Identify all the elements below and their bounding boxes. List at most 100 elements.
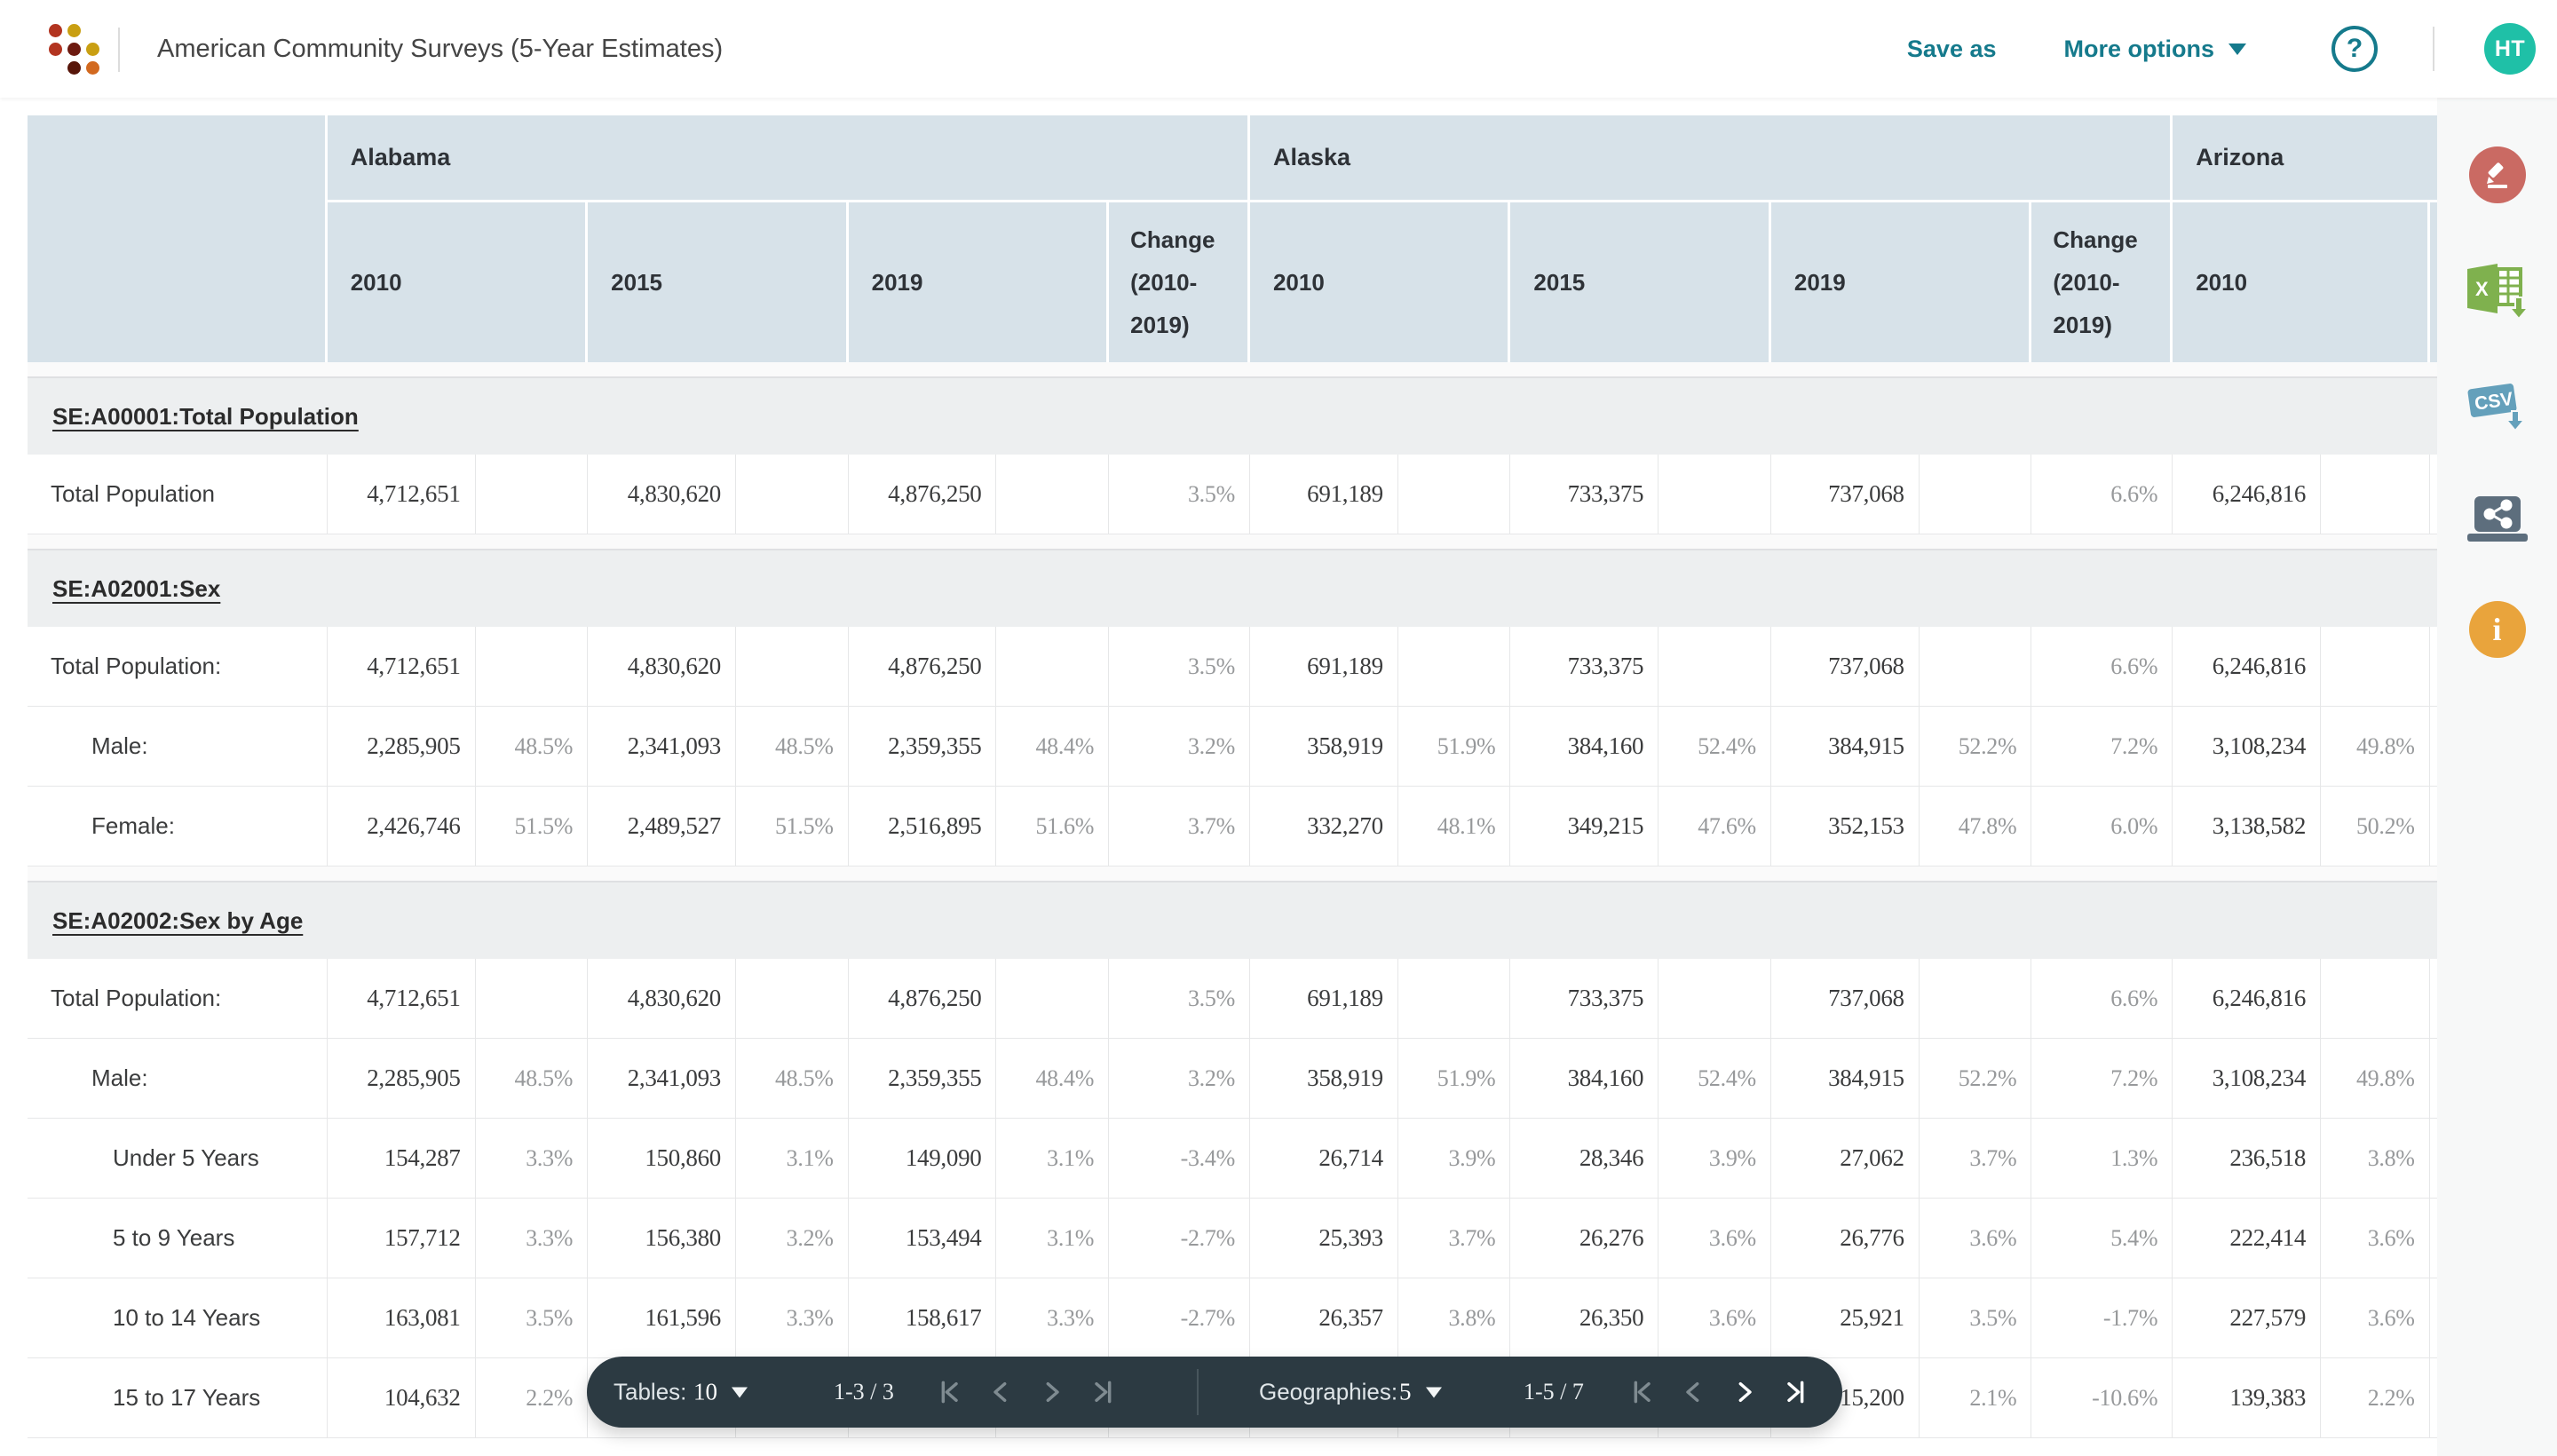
avatar[interactable]: HT — [2484, 23, 2536, 75]
pct-cell: 48.5% — [475, 707, 589, 787]
pct-cell — [1397, 455, 1511, 534]
tables-last-page-button[interactable] — [1089, 1378, 1118, 1406]
row-label: Male: — [28, 707, 328, 787]
change-header: Change (2010- 2019) — [2031, 202, 2173, 362]
tables-label: Tables: — [614, 1378, 687, 1405]
pct-cell: 3.3% — [475, 1119, 589, 1199]
value-cell: 4,712,651 — [327, 627, 476, 707]
value-cell: 6,246,816 — [2173, 455, 2322, 534]
row-label-column-header — [28, 115, 328, 362]
section-title-link[interactable]: SE:A00001:Total Population — [52, 403, 359, 430]
geographies-label: Geographies: — [1259, 1378, 1398, 1405]
pct-cell: 52.2% — [1919, 707, 2032, 787]
help-icon[interactable]: ? — [2331, 26, 2378, 72]
value-cell: 6,246,816 — [2173, 959, 2322, 1039]
row-label: 15 to 17 Years — [28, 1358, 328, 1438]
logo-dot — [67, 61, 81, 75]
pct-cell — [736, 455, 849, 534]
section-title-link[interactable]: SE:A02001:Sex — [52, 575, 220, 602]
row-label: Total Population — [28, 455, 328, 534]
clipped-column-header — [2429, 202, 2437, 362]
more-options-button[interactable]: More options — [2064, 36, 2246, 63]
chg-cell: 7.2% — [2031, 1039, 2173, 1119]
save-as-button[interactable]: Save as — [1907, 36, 1997, 63]
geographies-next-page-button[interactable] — [1730, 1378, 1759, 1406]
value-cell: 737,068 — [1770, 959, 1920, 1039]
pct-cell — [996, 959, 1110, 1039]
app-logo[interactable] — [49, 24, 104, 77]
value-cell: 26,714 — [1249, 1119, 1398, 1199]
geographies-first-page-button[interactable] — [1627, 1378, 1656, 1406]
tables-range: 1-3 / 3 — [834, 1379, 894, 1405]
pct-cell: 3.2% — [736, 1199, 849, 1278]
clipped-cell — [2429, 1039, 2437, 1119]
pct-cell: 3.6% — [2321, 1278, 2430, 1358]
edit-icon[interactable] — [2468, 146, 2526, 203]
table-row: Under 5 Years 154,287 3.3% 150,860 3.1% 149,0… — [28, 1119, 2437, 1199]
geographies-page-size-dropdown[interactable]: 5 — [1399, 1379, 1442, 1406]
section-gap — [28, 534, 2437, 550]
geographies-prev-page-button[interactable] — [1679, 1378, 1707, 1406]
value-cell: 157,712 — [327, 1199, 476, 1278]
geographies-last-page-button[interactable] — [1782, 1378, 1810, 1406]
value-cell: 139,383 — [2173, 1358, 2322, 1438]
pct-cell — [1658, 627, 1771, 707]
pct-cell: 3.7% — [1919, 1119, 2032, 1199]
value-cell: 733,375 — [1510, 455, 1659, 534]
excel-export-icon[interactable]: X — [2466, 262, 2529, 325]
section-title-link[interactable]: SE:A02002:Sex by Age — [52, 907, 303, 934]
row-label: Total Population: — [28, 627, 328, 707]
clipped-cell — [2429, 1278, 2437, 1358]
pct-cell: 48.5% — [475, 1039, 589, 1119]
value-cell: 358,919 — [1249, 707, 1398, 787]
pct-cell: 2.2% — [2321, 1358, 2430, 1438]
value-cell: 27,062 — [1770, 1119, 1920, 1199]
table-row: Total Population: 4,712,651 4,830,620 4,876… — [28, 959, 2437, 1039]
value-cell: 691,189 — [1249, 455, 1398, 534]
pct-cell: 3.5% — [1919, 1278, 2032, 1358]
value-cell: 4,712,651 — [327, 455, 476, 534]
side-toolbar: X CSV i — [2437, 98, 2557, 1456]
pct-cell: 51.5% — [475, 787, 589, 866]
chg-cell: 6.6% — [2031, 959, 2173, 1039]
value-cell: 156,380 — [588, 1199, 737, 1278]
tables-prev-page-button[interactable] — [986, 1378, 1015, 1406]
pct-cell — [736, 627, 849, 707]
pct-cell: 48.1% — [1397, 787, 1511, 866]
tables-first-page-button[interactable] — [935, 1378, 963, 1406]
top-bar: American Community Surveys (5-Year Estim… — [0, 0, 2557, 98]
pct-cell — [1919, 959, 2032, 1039]
pct-cell: 51.6% — [996, 787, 1110, 866]
pct-cell: 48.4% — [996, 1039, 1110, 1119]
value-cell: 4,876,250 — [848, 627, 997, 707]
chg-cell: 3.7% — [1109, 787, 1250, 866]
chg-cell: 5.4% — [2031, 1199, 2173, 1278]
logo-dot — [86, 43, 99, 56]
pct-cell: 3.3% — [736, 1278, 849, 1358]
value-cell: 26,776 — [1770, 1199, 1920, 1278]
pct-cell — [2321, 959, 2430, 1039]
table-row: Male: 2,285,905 48.5% 2,341,093 48.5% 2,359,3… — [28, 1039, 2437, 1119]
clipped-cell — [2429, 1199, 2437, 1278]
pct-cell: 51.9% — [1397, 707, 1511, 787]
row-label: Total Population: — [28, 959, 328, 1039]
share-icon[interactable] — [2466, 495, 2529, 550]
pct-cell: 47.6% — [1658, 787, 1771, 866]
section-cell: SE:A00001:Total Population — [28, 378, 2437, 455]
svg-text:X: X — [2475, 278, 2489, 300]
chg-cell: 3.2% — [1109, 707, 1250, 787]
value-cell: 733,375 — [1510, 959, 1659, 1039]
pct-cell — [1397, 959, 1511, 1039]
csv-export-icon[interactable]: CSV — [2466, 377, 2529, 440]
chg-cell: -2.7% — [1109, 1278, 1250, 1358]
pct-cell: 49.8% — [2321, 1039, 2430, 1119]
chg-cell: -2.7% — [1109, 1199, 1250, 1278]
clipped-cell — [2429, 787, 2437, 866]
tables-page-size-dropdown[interactable]: 10 — [693, 1379, 748, 1406]
info-icon[interactable]: i — [2468, 601, 2526, 658]
tables-next-page-button[interactable] — [1038, 1378, 1066, 1406]
section-cell: SE:A02002:Sex by Age — [28, 882, 2437, 959]
pct-cell: 3.8% — [2321, 1119, 2430, 1199]
year-header: 2015 — [1510, 202, 1771, 362]
clipped-cell — [2429, 1358, 2437, 1438]
